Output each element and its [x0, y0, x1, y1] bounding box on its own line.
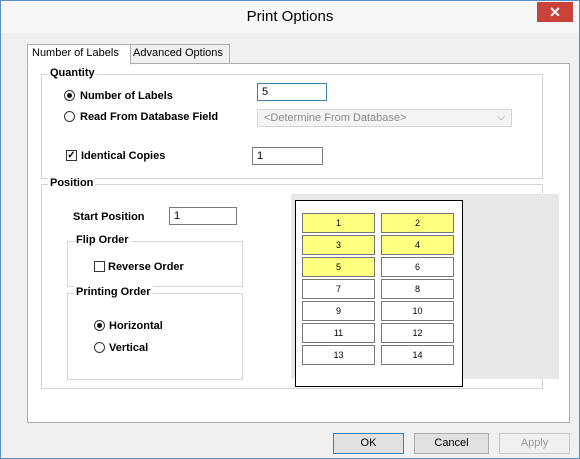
preview-label-cell[interactable]: 6: [381, 257, 454, 277]
identical-copies-input[interactable]: 1: [252, 147, 323, 165]
tab-panel-number-of-labels: Quantity Number of Labels 5 Read From Da…: [27, 63, 570, 423]
close-button[interactable]: ✕: [537, 2, 573, 22]
preview-label-cell[interactable]: 13: [302, 345, 375, 365]
database-field-value: <Determine From Database>: [264, 112, 407, 124]
position-group-label: Position: [48, 177, 96, 189]
reverse-order-label: Reverse Order: [108, 261, 184, 273]
preview-label-cell[interactable]: 3: [302, 235, 375, 255]
start-position-label: Start Position: [73, 211, 145, 223]
printing-order-group-label: Printing Order: [74, 286, 153, 298]
dialog-title: Print Options: [246, 8, 334, 25]
title-bar: Print Options ✕: [1, 1, 579, 33]
quantity-group-label: Quantity: [48, 67, 97, 79]
tab-number-of-labels[interactable]: Number of Labels: [27, 44, 131, 65]
printing-order-group: Printing Order: [67, 286, 243, 380]
number-of-labels-input[interactable]: 5: [257, 83, 327, 101]
preview-label-cell[interactable]: 4: [381, 235, 454, 255]
preview-label-cell[interactable]: 10: [381, 301, 454, 321]
ok-button[interactable]: OK: [333, 433, 404, 454]
print-options-dialog: Print Options ✕ Number of Labels Advance…: [0, 0, 580, 459]
preview-label-cell[interactable]: 2: [381, 213, 454, 233]
flip-order-group-label: Flip Order: [74, 234, 131, 246]
read-from-database-label: Read From Database Field: [80, 111, 219, 123]
vertical-radio[interactable]: [94, 342, 105, 353]
chevron-down-icon: ⌵: [497, 112, 505, 123]
reverse-order-checkbox[interactable]: [94, 261, 105, 272]
start-position-input[interactable]: 1: [169, 207, 237, 225]
vertical-label: Vertical: [109, 342, 149, 354]
preview-label-cell[interactable]: 11: [302, 323, 375, 343]
apply-button[interactable]: Apply: [499, 433, 570, 454]
number-of-labels-label: Number of Labels: [80, 90, 173, 102]
label-sheet-preview: 1 2 3 4 5 6 7 8 9 10 11 12 13 14: [295, 200, 463, 387]
preview-label-cell[interactable]: 7: [302, 279, 375, 299]
preview-label-cell[interactable]: 14: [381, 345, 454, 365]
preview-label-cell[interactable]: 8: [381, 279, 454, 299]
identical-copies-checkbox[interactable]: ✓: [66, 150, 77, 161]
preview-label-cell[interactable]: 5: [302, 257, 375, 277]
database-field-select[interactable]: <Determine From Database> ⌵: [257, 109, 512, 127]
close-icon: ✕: [549, 4, 561, 20]
preview-label-cell[interactable]: 1: [302, 213, 375, 233]
read-from-database-radio[interactable]: [64, 111, 75, 122]
number-of-labels-radio[interactable]: [64, 90, 75, 101]
horizontal-label: Horizontal: [109, 320, 163, 332]
identical-copies-label: Identical Copies: [81, 150, 166, 162]
tab-advanced-options[interactable]: Advanced Options: [128, 44, 230, 64]
preview-label-cell[interactable]: 9: [302, 301, 375, 321]
cancel-button[interactable]: Cancel: [414, 433, 489, 454]
horizontal-radio[interactable]: [94, 320, 105, 331]
preview-label-cell[interactable]: 12: [381, 323, 454, 343]
